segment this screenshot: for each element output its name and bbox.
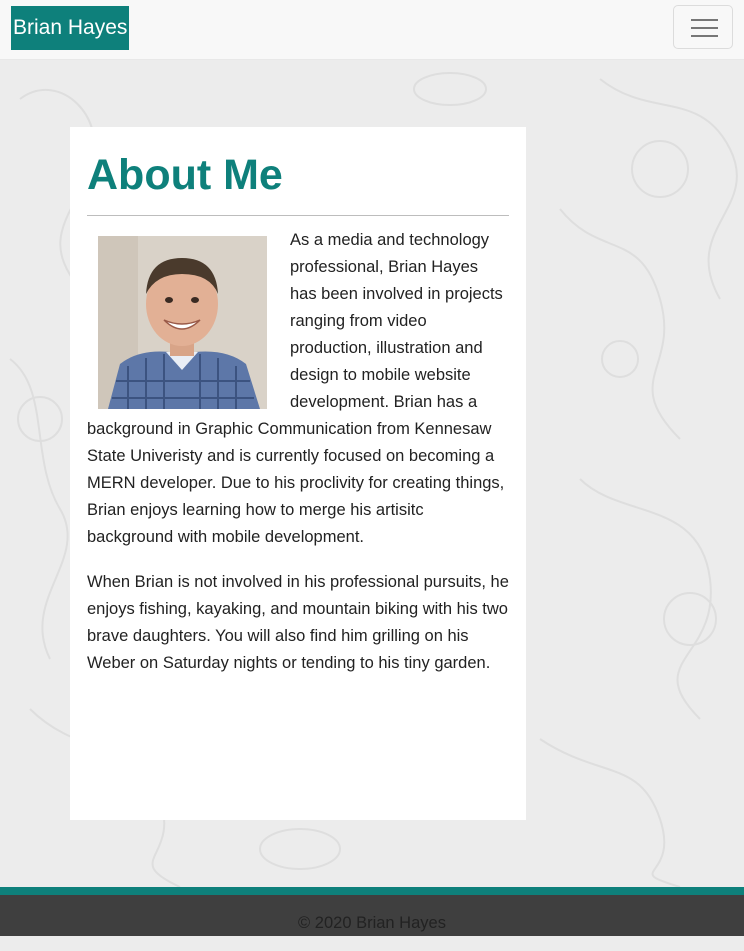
copyright-text: © 2020 Brian Hayes [298, 914, 446, 932]
title-divider [87, 215, 509, 216]
profile-photo [98, 236, 267, 409]
page-title: About Me [87, 151, 283, 199]
footer-accent-bar [0, 887, 744, 895]
menu-toggle-button[interactable] [673, 5, 733, 49]
navbar: Brian Hayes [0, 0, 744, 59]
about-paragraph-2: When Brian is not involved in his profes… [87, 573, 509, 672]
footer: © 2020 Brian Hayes [0, 895, 744, 936]
about-content: As a media and technology professional, … [87, 227, 509, 695]
brand-link[interactable]: Brian Hayes [11, 6, 130, 50]
about-card: About Me As a media and technology profe… [70, 127, 526, 820]
